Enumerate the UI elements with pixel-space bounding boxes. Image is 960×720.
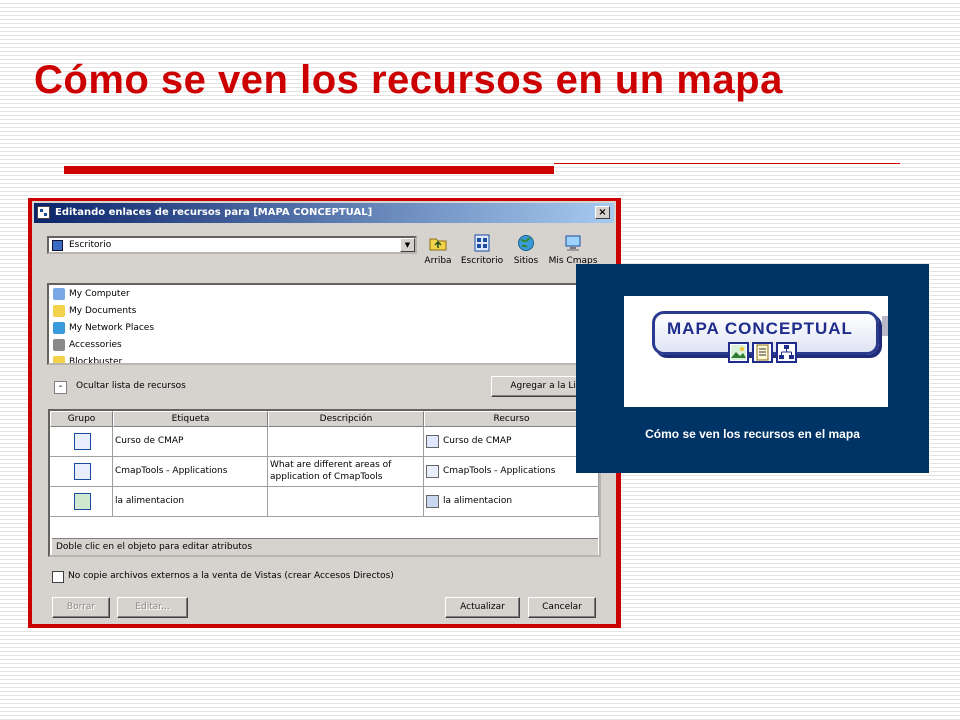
toolbar-up-label: Arriba xyxy=(424,256,452,266)
table-status-bar: Doble clic en el objeto para editar atri… xyxy=(52,538,598,555)
list-item[interactable]: My Computer xyxy=(53,286,130,302)
tools-icon xyxy=(53,338,65,351)
list-item[interactable]: My Network Places xyxy=(53,320,154,336)
table-cell-resource[interactable]: Curso de CMAP xyxy=(424,427,599,457)
list-item-label: My Documents xyxy=(69,306,137,316)
table-cell-resource[interactable]: la alimentacion xyxy=(424,487,599,517)
computer-icon xyxy=(53,287,65,300)
slide-title: Cómo se ven los recursos en un mapa xyxy=(34,58,783,102)
list-item[interactable]: My Documents xyxy=(53,303,136,319)
title-underline-thin xyxy=(554,163,900,164)
table-cell-description[interactable] xyxy=(268,487,424,517)
list-item-label: My Computer xyxy=(69,289,130,299)
map-preview-panel: MAPA CONCEPTUAL Cómo se ven los recursos… xyxy=(576,264,929,473)
hide-resource-list-toggle[interactable]: - xyxy=(54,381,67,394)
network-icon xyxy=(53,321,65,334)
cropped-node-edge xyxy=(882,316,888,336)
desktop-icon xyxy=(473,234,491,252)
column-header-label[interactable]: Etiqueta xyxy=(113,411,268,427)
table-cell-description[interactable] xyxy=(268,427,424,457)
table-row[interactable] xyxy=(50,427,113,457)
dialog-title: Editando enlaces de recursos para [MAPA … xyxy=(55,207,373,218)
computer-icon xyxy=(564,234,582,252)
column-header-description[interactable]: Descripción xyxy=(268,411,424,427)
list-item[interactable]: Accessories xyxy=(53,337,122,353)
table-cell-label[interactable]: la alimentacion xyxy=(113,487,268,517)
toolbar-sites-label: Sitios xyxy=(513,256,539,266)
column-header-group[interactable]: Grupo xyxy=(50,411,113,427)
row-description-line-1: What are different areas of xyxy=(270,460,392,470)
table-row[interactable] xyxy=(50,487,113,517)
no-copy-external-files-label[interactable]: No copie archivos externos a la venta de… xyxy=(68,571,394,581)
row-resource: CmapTools - Applications xyxy=(443,466,556,476)
image-icon xyxy=(74,493,91,510)
delete-button[interactable]: Borrar xyxy=(52,597,110,618)
folder-icon xyxy=(53,355,65,363)
folder-up-icon xyxy=(429,234,447,252)
row-resource: Curso de CMAP xyxy=(443,436,512,446)
document-icon xyxy=(74,433,91,450)
cmap-app-icon xyxy=(37,206,50,219)
resource-links-dialog: Editando enlaces de recursos para [MAPA … xyxy=(32,201,616,624)
update-button[interactable]: Actualizar xyxy=(445,597,520,618)
resource-table: Grupo Etiqueta Descripción Recurso Curso… xyxy=(48,409,601,557)
map-preview-image: MAPA CONCEPTUAL xyxy=(624,296,888,407)
image-icon xyxy=(728,342,749,363)
toolbar-desktop-label: Escritorio xyxy=(460,256,504,266)
table-status-text: Doble clic en el objeto para editar atri… xyxy=(56,542,253,552)
preview-caption: Cómo se ven los recursos en el mapa xyxy=(645,427,860,441)
toolbar-up-button[interactable]: Arriba xyxy=(413,234,463,266)
desktop-icon xyxy=(52,240,63,251)
toolbar-my-cmaps-button[interactable]: Mis Cmaps xyxy=(548,234,598,266)
location-combobox[interactable]: Escritorio ▼ xyxy=(47,236,417,254)
table-cell-resource[interactable]: CmapTools - Applications xyxy=(424,457,599,487)
table-cell-label[interactable]: CmapTools - Applications xyxy=(113,457,268,487)
cancel-button[interactable]: Cancelar xyxy=(528,597,596,618)
toolbar-desktop-button[interactable]: Escritorio xyxy=(457,234,507,266)
hide-resource-list-label[interactable]: Ocultar lista de recursos xyxy=(76,381,186,391)
table-row[interactable] xyxy=(50,457,113,487)
location-value: Escritorio xyxy=(69,240,112,250)
list-item-label: My Network Places xyxy=(69,323,155,333)
toolbar-sites-button[interactable]: Sitios xyxy=(501,234,551,266)
folder-icon xyxy=(53,304,65,317)
concept-map-icon xyxy=(426,465,439,478)
table-cell-description[interactable]: What are different areas of application … xyxy=(268,457,424,487)
close-button[interactable]: × xyxy=(595,206,610,219)
table-cell-label[interactable]: Curso de CMAP xyxy=(113,427,268,457)
row-resource: la alimentacion xyxy=(443,496,513,506)
title-underline-thick xyxy=(64,166,554,174)
file-list[interactable]: My Computer My Documents My Network Plac… xyxy=(47,283,607,365)
concept-node-label: MAPA CONCEPTUAL xyxy=(667,319,853,338)
row-label: Curso de CMAP xyxy=(115,436,184,446)
png-image-icon xyxy=(426,495,439,508)
list-item-label: Accessories xyxy=(69,340,122,350)
no-copy-external-files-checkbox[interactable] xyxy=(52,571,64,583)
document-icon xyxy=(752,342,773,363)
row-label: la alimentacion xyxy=(115,496,185,506)
list-item-label: Blockbuster xyxy=(69,357,123,365)
edit-button[interactable]: Editar... xyxy=(117,597,188,618)
row-label: CmapTools - Applications xyxy=(115,466,228,476)
row-description-line-2: application of CmapTools xyxy=(270,472,383,482)
globe-icon xyxy=(517,234,535,252)
column-header-resource[interactable]: Recurso xyxy=(424,411,599,427)
list-item[interactable]: Blockbuster xyxy=(53,354,123,365)
word-document-icon xyxy=(426,435,439,448)
concept-map-icon xyxy=(776,342,797,363)
concept-map-icon xyxy=(74,463,91,480)
dialog-titlebar[interactable]: Editando enlaces de recursos para [MAPA … xyxy=(34,203,614,223)
